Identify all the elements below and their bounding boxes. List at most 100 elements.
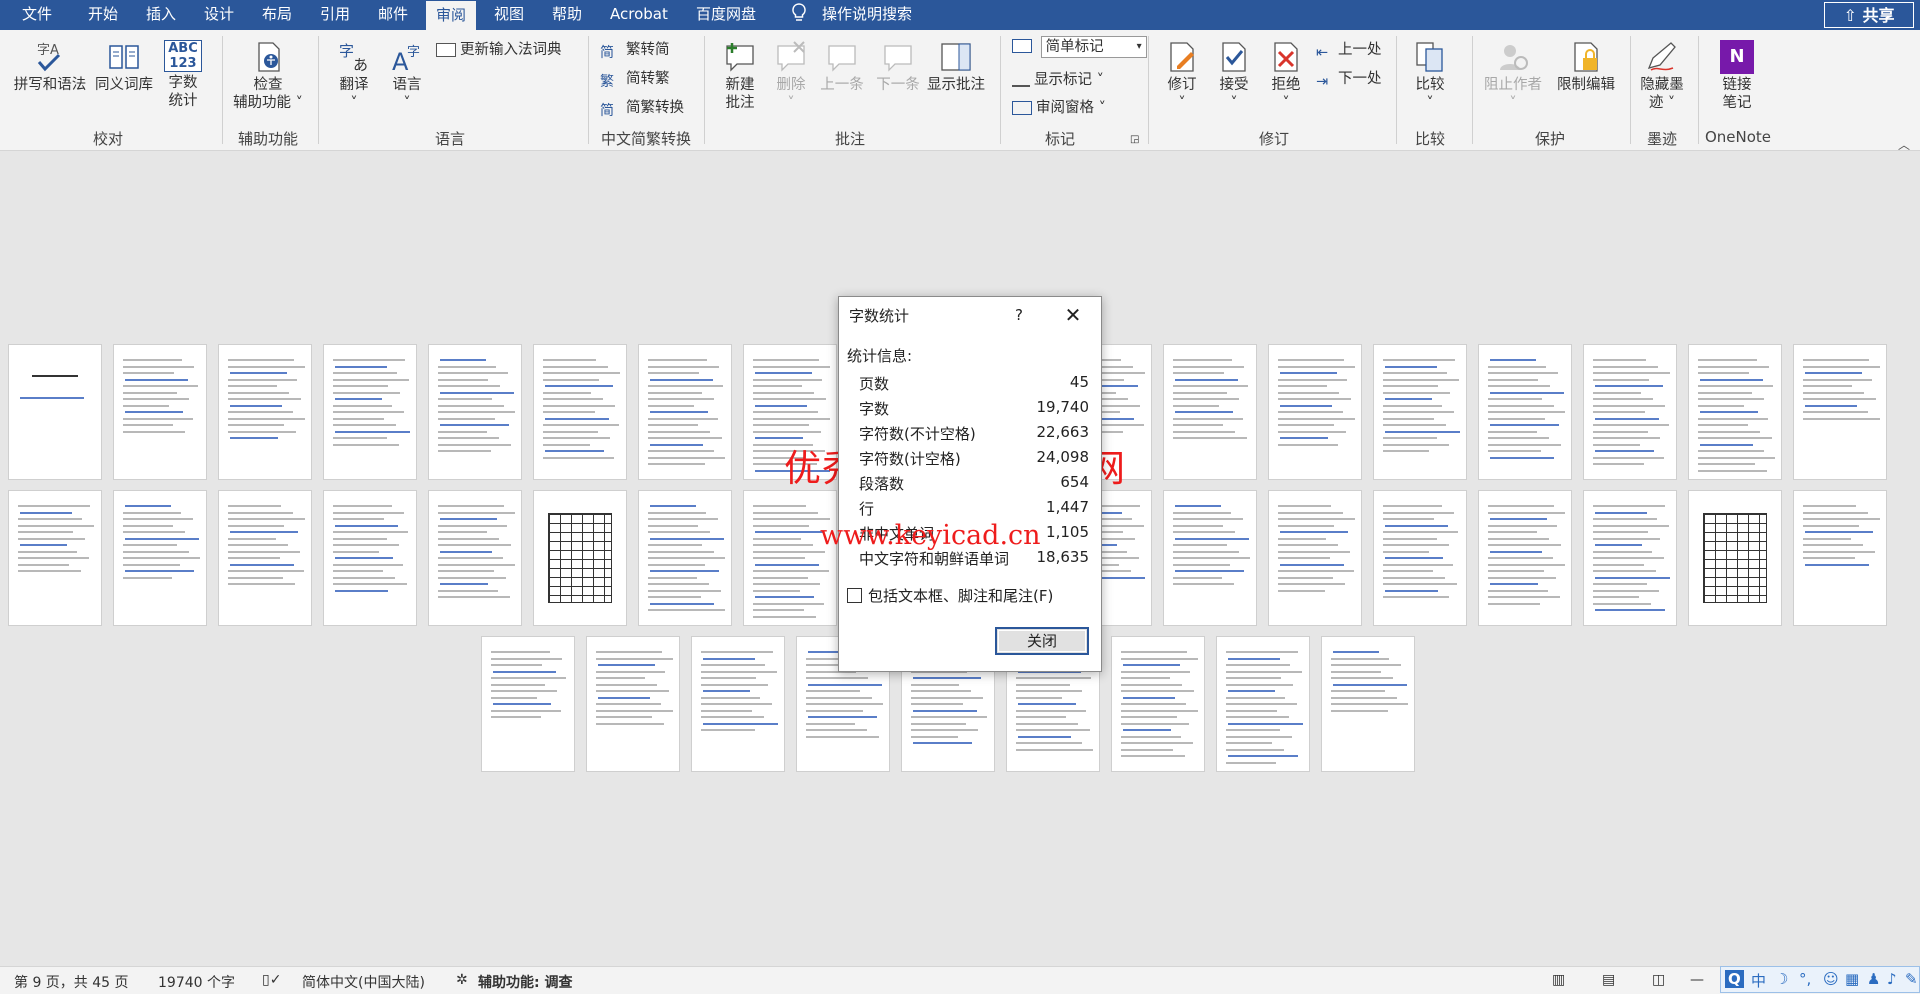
page-thumbnail[interactable] [1478, 490, 1572, 626]
page-thumbnail[interactable] [1163, 344, 1257, 480]
page-thumbnail[interactable] [1373, 490, 1467, 626]
share-button[interactable]: ⇧ 共享 [1824, 2, 1914, 28]
chinese-conversion-button[interactable]: 简简繁转换 [600, 98, 684, 119]
show-markup-button[interactable]: 显示标记 ˅ [1012, 69, 1104, 90]
compare-button[interactable]: 比较 ˅ [1404, 40, 1456, 112]
translate-button[interactable]: 字あ 翻译 ˅ [326, 40, 382, 112]
accept-button[interactable]: 接受 ˅ [1208, 40, 1260, 112]
zoom-slider[interactable]: — [1690, 972, 1704, 988]
language-status[interactable]: 简体中文(中国大陆) [302, 972, 425, 992]
tab-references[interactable]: 引用 [320, 0, 350, 30]
linked-notes-button[interactable]: N 链接 笔记 [1704, 40, 1770, 112]
page-thumbnail[interactable] [323, 490, 417, 626]
ime-voice-icon[interactable]: ♪ [1887, 970, 1897, 988]
page-thumbnail[interactable] [113, 490, 207, 626]
markup-display-select[interactable]: 简单标记 ▾ [1012, 36, 1147, 58]
track-changes-button[interactable]: 修订 ˅ [1156, 40, 1208, 112]
previous-change-button[interactable]: ⇤ 上一处 [1316, 40, 1382, 61]
page-thumbnail[interactable] [113, 344, 207, 480]
tab-view[interactable]: 视图 [494, 0, 524, 30]
accessibility-status[interactable]: 辅助功能: 调查 [478, 972, 572, 992]
tab-file[interactable]: 文件 [22, 0, 52, 30]
tab-review[interactable]: 审阅 [426, 1, 477, 30]
proofing-status-icon[interactable]: ▯✓ [262, 972, 281, 988]
ime-tools-icon[interactable]: ✎ [1905, 970, 1918, 988]
tab-mailings[interactable]: 邮件 [378, 0, 408, 30]
page-thumbnail[interactable] [1268, 490, 1362, 626]
previous-comment-button[interactable]: 上一条 [814, 40, 870, 94]
page-thumbnail[interactable] [1321, 636, 1415, 772]
page-thumbnail[interactable] [533, 490, 627, 626]
word-count-button[interactable]: ABC 123 字数 统计 [160, 40, 206, 110]
read-mode-icon[interactable]: ▥ [1552, 972, 1565, 988]
page-thumbnail[interactable] [428, 490, 522, 626]
ime-halfwidth-icon[interactable]: ☽ [1775, 970, 1788, 988]
ime-chinese-mode[interactable]: 中 [1751, 970, 1766, 991]
tab-baidu[interactable]: 百度网盘 [696, 0, 756, 30]
page-thumbnail[interactable] [218, 344, 312, 480]
update-ime-dictionary-button[interactable]: 更新输入法词典 [436, 40, 562, 60]
page-thumbnail[interactable] [428, 344, 522, 480]
page-thumbnail[interactable] [1688, 344, 1782, 480]
print-layout-icon[interactable]: ▤ [1602, 972, 1615, 988]
ime-keyboard-icon[interactable]: ▦ [1845, 970, 1859, 988]
page-thumbnail[interactable] [1268, 344, 1362, 480]
ime-skin-icon[interactable]: ♟ [1867, 970, 1880, 988]
page-thumbnail[interactable] [638, 490, 732, 626]
page-thumbnail[interactable] [743, 490, 837, 626]
page-count-status[interactable]: 第 9 页，共 45 页 [14, 972, 129, 992]
next-comment-button[interactable]: 下一条 [870, 40, 926, 94]
help-button[interactable]: ? [1007, 303, 1031, 327]
show-comments-button[interactable]: 显示批注 [926, 40, 986, 94]
block-authors-button[interactable]: 阻止作者 ˅ [1480, 40, 1546, 112]
tab-help[interactable]: 帮助 [552, 0, 582, 30]
page-thumbnail[interactable] [1373, 344, 1467, 480]
web-layout-icon[interactable]: ◫ [1652, 972, 1665, 988]
tab-design[interactable]: 设计 [204, 0, 234, 30]
language-button[interactable]: A字 语言 ˅ [382, 40, 432, 112]
tab-insert[interactable]: 插入 [146, 0, 176, 30]
hide-ink-button[interactable]: 隐藏墨 迹 ˅ [1636, 40, 1688, 112]
page-thumbnail[interactable] [638, 344, 732, 480]
check-accessibility-button[interactable]: 检查 辅助功能 ˅ [228, 40, 308, 112]
close-icon[interactable]: ✕ [1057, 302, 1089, 328]
ime-punctuation-icon[interactable]: °, [1799, 970, 1811, 988]
restrict-editing-button[interactable]: 限制编辑 [1550, 40, 1622, 94]
page-thumbnail[interactable] [8, 490, 102, 626]
page-thumbnail[interactable] [1111, 636, 1205, 772]
delete-comment-button[interactable]: 删除 ˅ [768, 40, 814, 112]
include-textboxes-checkbox[interactable]: 包括文本框、脚注和尾注(F) [847, 585, 1053, 606]
page-thumbnail[interactable] [691, 636, 785, 772]
page-thumbnail[interactable] [1216, 636, 1310, 772]
tab-acrobat[interactable]: Acrobat [610, 0, 668, 30]
thesaurus-button[interactable]: 同义词库 [92, 40, 156, 94]
close-button[interactable]: 关闭 [995, 627, 1089, 655]
page-thumbnail[interactable] [1793, 490, 1887, 626]
page-thumbnail[interactable] [586, 636, 680, 772]
page-thumbnail[interactable] [533, 344, 627, 480]
ime-emoji-icon[interactable]: ☺ [1823, 970, 1839, 988]
page-thumbnail[interactable] [1793, 344, 1887, 480]
page-thumbnail[interactable] [218, 490, 312, 626]
simplified-to-traditional-button[interactable]: 繁简转繁 [600, 69, 670, 90]
page-thumbnail[interactable] [1163, 490, 1257, 626]
page-thumbnail[interactable] [8, 344, 102, 480]
tab-layout[interactable]: 布局 [262, 0, 292, 30]
page-thumbnail[interactable] [323, 344, 417, 480]
spelling-grammar-button[interactable]: 字A 拼写和语法 [12, 40, 88, 94]
page-thumbnail[interactable] [481, 636, 575, 772]
ime-logo-icon[interactable]: Q [1725, 970, 1744, 988]
new-comment-button[interactable]: 新建 批注 [712, 40, 768, 112]
word-count-status[interactable]: 19740 个字 [158, 972, 235, 992]
review-pane-button[interactable]: 审阅窗格 ˅ [1012, 98, 1106, 118]
page-thumbnail[interactable] [1688, 490, 1782, 626]
traditional-to-simplified-button[interactable]: 简繁转简 [600, 40, 670, 61]
page-thumbnail[interactable] [1478, 344, 1572, 480]
tab-home[interactable]: 开始 [88, 0, 118, 30]
page-thumbnail[interactable] [1583, 490, 1677, 626]
next-change-button[interactable]: ⇥ 下一处 [1316, 69, 1382, 90]
tracking-options-launcher-icon[interactable]: ◲ [1130, 130, 1139, 150]
tell-me-search[interactable]: 操作说明搜索 [822, 0, 912, 30]
page-thumbnail[interactable] [1583, 344, 1677, 480]
reject-button[interactable]: 拒绝 ˅ [1260, 40, 1312, 112]
